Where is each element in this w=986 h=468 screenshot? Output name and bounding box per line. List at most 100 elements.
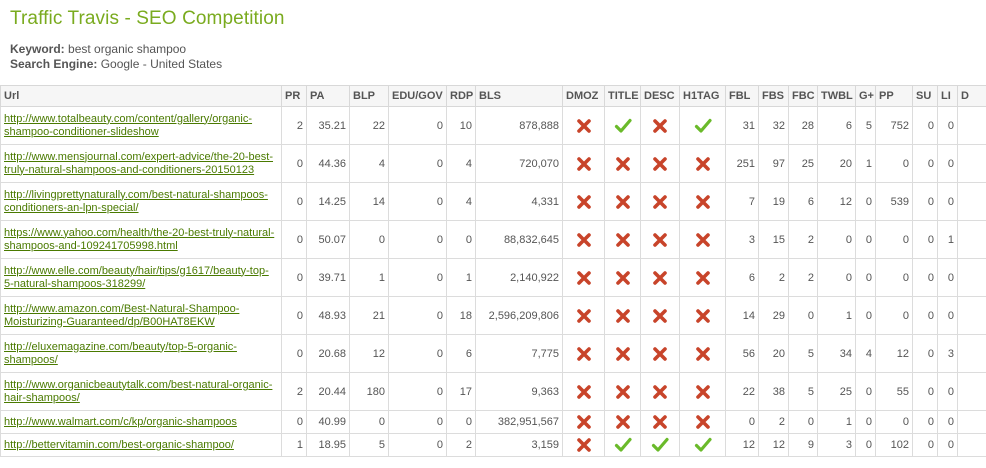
url-link[interactable]: http://www.organicbeautytalk.com/best-na… [4,379,272,404]
dmoz-cell [562,334,605,373]
d-cell: 0 [957,334,986,373]
title-cell [604,258,641,297]
cross-icon [614,270,632,285]
rdp-cell: 2 [446,433,476,457]
column-header-pp[interactable]: PP [875,85,913,107]
cross-icon [575,346,593,361]
blp-cell: 14 [349,182,389,221]
d-cell: 0 [957,410,986,434]
fbl-cell: 3 [725,220,759,259]
url-link[interactable]: https://www.yahoo.com/health/the-20-best… [4,227,274,252]
pp-cell: 0 [875,220,913,259]
pp-cell: 0 [875,296,913,335]
d-cell: 0 [957,182,986,221]
h1-cell [679,296,726,335]
column-header-pa[interactable]: PA [306,85,350,107]
fbs-cell: 32 [758,106,789,145]
gplus-cell: 0 [855,182,876,221]
search-meta: Keyword: best organic shampoo Search Eng… [10,42,222,72]
dmoz-cell [562,433,605,457]
pp-cell: 752 [875,106,913,145]
d-cell: 0 [957,106,986,145]
fbl-cell: 22 [725,372,759,411]
cross-icon [575,194,593,209]
fbc-cell: 0 [788,410,818,434]
pa-cell: 20.44 [306,372,350,411]
edu-cell: 0 [388,410,447,434]
url-link[interactable]: http://www.mensjournal.com/expert-advice… [4,151,273,176]
url-cell: http://bettervitamin.com/best-organic-sh… [0,433,282,457]
cross-icon [575,415,593,429]
keyword-label: Keyword: [10,42,65,56]
check-icon [614,437,632,452]
rdp-cell: 4 [446,182,476,221]
url-cell: https://www.yahoo.com/health/the-20-best… [0,220,282,259]
pp-cell: 55 [875,372,913,411]
pr-cell: 0 [281,334,307,373]
column-header-fbc[interactable]: FBC [788,85,818,107]
li-cell: 0 [937,258,958,297]
column-header-su[interactable]: SU [912,85,938,107]
table-row: http://www.mensjournal.com/expert-advice… [0,144,986,183]
fbl-cell: 6 [725,258,759,297]
pa-cell: 50.07 [306,220,350,259]
column-header-pr[interactable]: PR [281,85,307,107]
twbl-cell: 1 [817,296,856,335]
engine-line: Search Engine: Google - United States [10,57,222,72]
url-link[interactable]: http://livingprettynaturally.com/best-na… [4,189,268,214]
column-header-title[interactable]: TITLE [604,85,641,107]
column-header-edu-gov[interactable]: EDU/GOV [388,85,447,107]
column-header-blp[interactable]: BLP [349,85,389,107]
rdp-cell: 1 [446,258,476,297]
column-header-li[interactable]: LI [937,85,958,107]
column-header-fbs[interactable]: FBS [758,85,789,107]
edu-cell: 0 [388,144,447,183]
twbl-cell: 0 [817,220,856,259]
url-cell: http://www.amazon.com/Best-Natural-Shamp… [0,296,282,335]
fbc-cell: 6 [788,182,818,221]
cross-icon [575,438,593,452]
edu-cell: 0 [388,220,447,259]
fbl-cell: 251 [725,144,759,183]
column-header-desc[interactable]: DESC [640,85,680,107]
fbs-cell: 97 [758,144,789,183]
url-link[interactable]: http://www.totalbeauty.com/content/galle… [4,113,252,138]
gplus-cell: 0 [855,220,876,259]
edu-cell: 0 [388,372,447,411]
table-row: https://www.yahoo.com/health/the-20-best… [0,220,986,259]
url-link[interactable]: http://www.elle.com/beauty/hair/tips/g16… [4,265,269,290]
dmoz-cell [562,144,605,183]
url-cell: http://www.organicbeautytalk.com/best-na… [0,372,282,411]
h1-cell [679,220,726,259]
url-link[interactable]: http://eluxemagazine.com/beauty/top-5-or… [4,341,237,366]
column-header-h1tag[interactable]: H1TAG [679,85,726,107]
column-header-fbl[interactable]: FBL [725,85,759,107]
dmoz-cell [562,296,605,335]
blp-cell: 180 [349,372,389,411]
pp-cell: 539 [875,182,913,221]
title-cell [604,296,641,335]
h1-cell [679,182,726,221]
column-header-dmoz[interactable]: DMOZ [562,85,605,107]
gplus-cell: 4 [855,334,876,373]
fbs-cell: 29 [758,296,789,335]
cross-icon [651,156,669,171]
keyword-value: best organic shampoo [68,42,187,56]
pr-cell: 0 [281,144,307,183]
title-cell [604,144,641,183]
pp-cell: 12 [875,334,913,373]
column-header-url[interactable]: Url [0,85,282,107]
column-header-rdp[interactable]: RDP [446,85,476,107]
title-cell [604,410,641,434]
url-link[interactable]: http://www.amazon.com/Best-Natural-Shamp… [4,303,239,328]
column-header-bls[interactable]: BLS [475,85,563,107]
url-link[interactable]: http://www.walmart.com/c/kp/organic-sham… [4,416,237,428]
fbc-cell: 0 [788,296,818,335]
url-link[interactable]: http://bettervitamin.com/best-organic-sh… [4,439,234,451]
column-header-gplus[interactable]: G+ [855,85,876,107]
column-header-d[interactable]: D [957,85,986,107]
su-cell: 0 [912,106,938,145]
cross-icon [651,415,669,429]
column-header-twbl[interactable]: TWBL [817,85,856,107]
rdp-cell: 6 [446,334,476,373]
